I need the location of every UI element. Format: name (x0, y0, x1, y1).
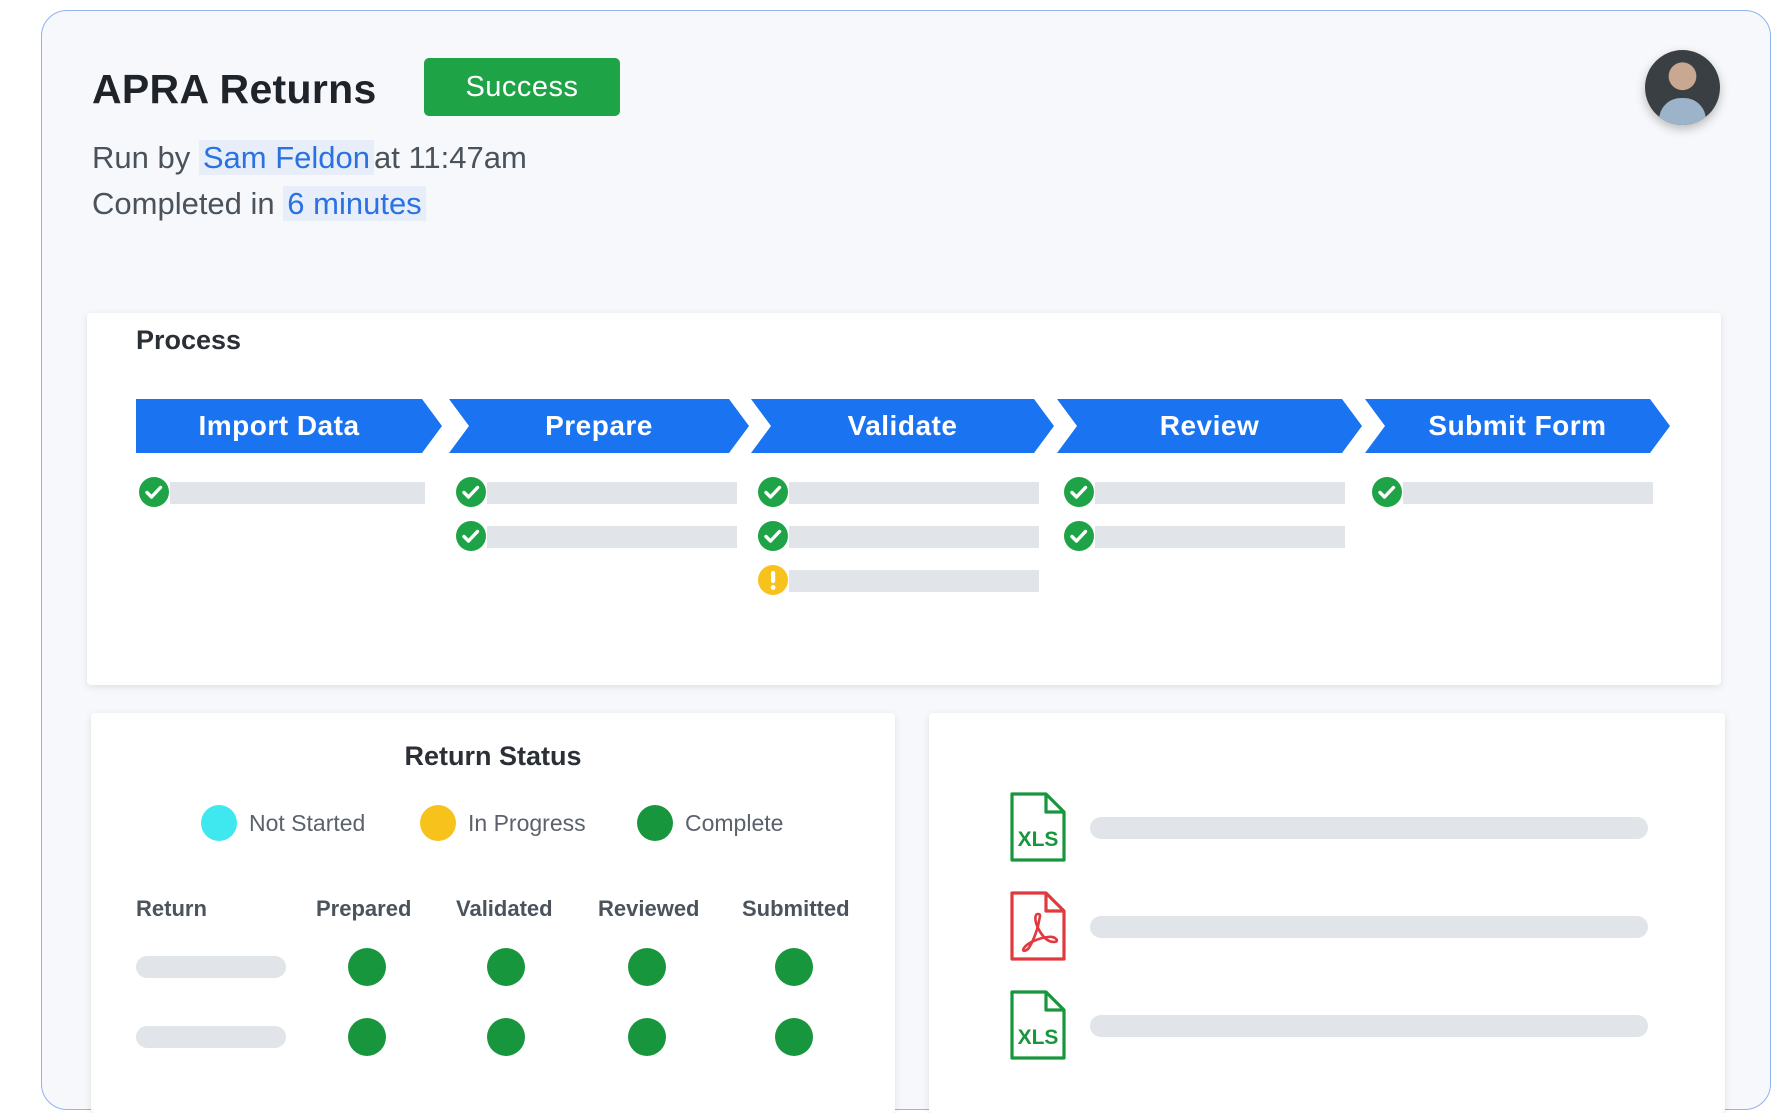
column-header-validated: Validated (456, 896, 553, 921)
check-circle-icon (455, 520, 487, 552)
check-circle-icon (455, 476, 487, 508)
completed-info: Completed in 6 minutes (92, 186, 426, 222)
process-step-label: Import Data (198, 410, 360, 441)
task-placeholder-bar (789, 482, 1039, 504)
files-card: XLS XLS (929, 713, 1725, 1113)
xls-file-icon[interactable]: XLS (1008, 989, 1068, 1066)
process-step-prepare[interactable]: Prepare (449, 399, 749, 453)
check-circle-icon (757, 476, 789, 508)
svg-text:XLS: XLS (1018, 1026, 1059, 1049)
check-circle-icon (138, 476, 170, 508)
file-row[interactable]: XLS (1008, 989, 1648, 1065)
process-step-label: Validate (847, 410, 958, 441)
process-step-import-data[interactable]: Import Data (136, 399, 442, 453)
xls-file-icon[interactable]: XLS (1008, 791, 1068, 868)
page-title: APRA Returns (92, 66, 377, 112)
task-placeholder-bar (1403, 482, 1653, 504)
file-row[interactable] (1008, 890, 1648, 966)
task-placeholder-bar (487, 482, 737, 504)
file-name-placeholder (1090, 817, 1648, 839)
check-circle-icon (1063, 476, 1095, 508)
process-step-label: Submit Form (1428, 410, 1607, 441)
avatar[interactable] (1645, 50, 1720, 125)
process-task-item (757, 564, 1039, 596)
process-title: Process (136, 325, 242, 355)
run-user-link[interactable]: Sam Feldon (198, 140, 374, 175)
not-started-dot (201, 805, 237, 841)
task-placeholder-bar (1095, 482, 1345, 504)
file-row[interactable]: XLS (1008, 791, 1648, 867)
legend-label: Not Started (249, 809, 366, 836)
process-task-item (1371, 476, 1653, 508)
column-header-submitted: Submitted (742, 896, 850, 921)
process-step-validate[interactable]: Validate (751, 399, 1054, 453)
completed-prefix: Completed in (92, 186, 275, 221)
legend-not-started: Not Started (201, 805, 365, 841)
process-step-review[interactable]: Review (1057, 399, 1362, 453)
legend-in-progress: In Progress (420, 805, 586, 841)
status-dot-submitted (775, 948, 813, 986)
process-task-item (455, 476, 737, 508)
check-circle-icon (1063, 520, 1095, 552)
pdf-file-icon[interactable] (1008, 890, 1068, 967)
completed-duration: 6 minutes (283, 186, 426, 221)
run-prefix: Run by (92, 140, 191, 175)
process-step-label: Prepare (545, 410, 653, 441)
status-dot-reviewed (628, 948, 666, 986)
return-name-placeholder (136, 1026, 286, 1048)
legend-label: In Progress (468, 809, 586, 836)
run-time: at 11:47am (374, 140, 527, 175)
column-header-prepared: Prepared (316, 896, 412, 921)
task-placeholder-bar (487, 526, 737, 548)
legend-label: Complete (685, 809, 784, 836)
return-status-title: Return Status (404, 741, 582, 771)
status-badge: Success (424, 58, 620, 116)
task-placeholder-bar (1095, 526, 1345, 548)
file-name-placeholder (1090, 1015, 1648, 1037)
status-legend: Not Started In Progress Complete (91, 805, 895, 845)
legend-complete: Complete (637, 805, 783, 841)
return-name-placeholder (136, 956, 286, 978)
status-dot-submitted (775, 1018, 813, 1056)
process-task-item (1063, 520, 1345, 552)
task-placeholder-bar (789, 570, 1039, 592)
process-step-submit-form[interactable]: Submit Form (1365, 399, 1670, 453)
svg-text:XLS: XLS (1018, 828, 1059, 851)
complete-dot (637, 805, 673, 841)
process-task-item (757, 476, 1039, 508)
status-dot-reviewed (628, 1018, 666, 1056)
return-status-card: Return Status Not Started In Progress Co… (91, 713, 895, 1113)
process-task-item (1063, 476, 1345, 508)
task-placeholder-bar (170, 482, 425, 504)
status-dot-validated (487, 1018, 525, 1056)
process-task-item (455, 520, 737, 552)
process-card: Process Import Data Prepare Validate Review… (87, 313, 1721, 685)
column-header-reviewed: Reviewed (598, 896, 700, 921)
task-placeholder-bar (789, 526, 1039, 548)
process-task-item (138, 476, 425, 508)
process-task-item (757, 520, 1039, 552)
check-circle-icon (757, 520, 789, 552)
column-header-return: Return (136, 896, 207, 921)
in-progress-dot (420, 805, 456, 841)
status-dot-prepared (348, 948, 386, 986)
status-dot-validated (487, 948, 525, 986)
status-dot-prepared (348, 1018, 386, 1056)
process-step-label: Review (1159, 410, 1260, 441)
file-name-placeholder (1090, 916, 1648, 938)
warning-icon (757, 564, 789, 596)
run-info: Run by Sam Feldon at 11:47am (92, 140, 527, 176)
check-circle-icon (1371, 476, 1403, 508)
